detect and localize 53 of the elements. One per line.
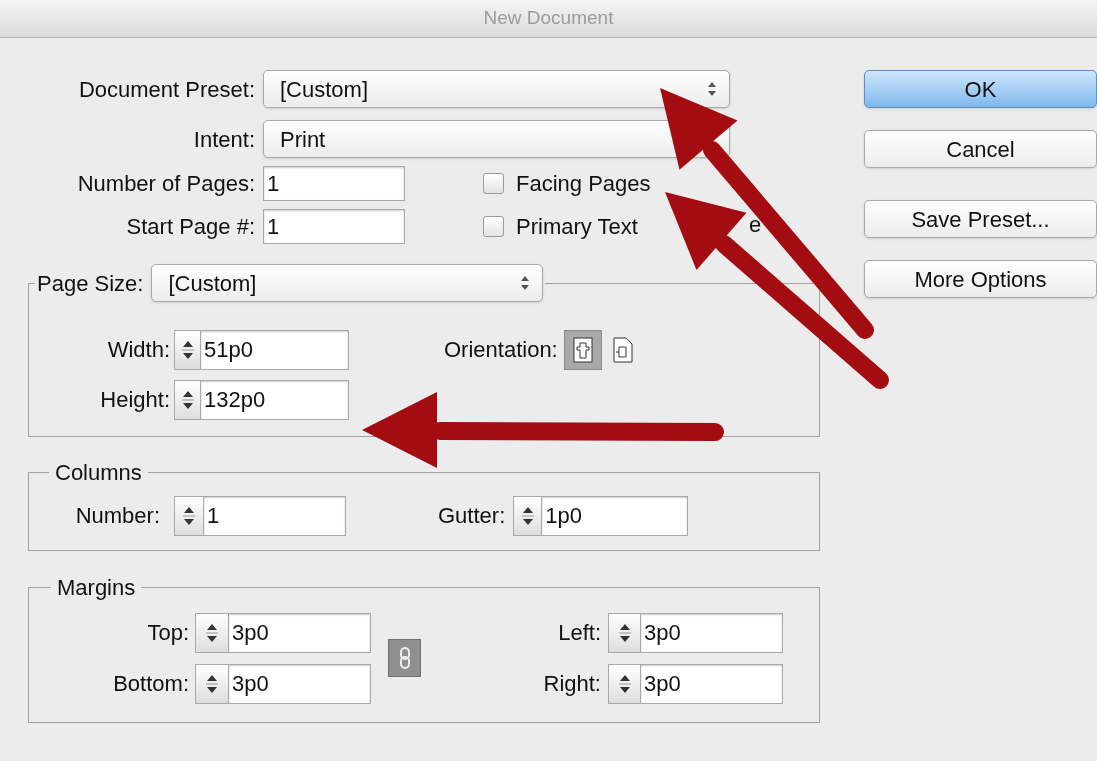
stepper-button[interactable] (608, 663, 641, 704)
portrait-button[interactable] (563, 329, 602, 370)
window-title: New Document (483, 6, 614, 31)
field-label: Number: (74, 502, 160, 530)
stepper-button[interactable] (174, 329, 201, 370)
updown-icon (707, 81, 717, 97)
field-label: Number of Pages: (76, 170, 255, 198)
field-label: Page Size: (37, 269, 144, 298)
stepper-button[interactable] (195, 612, 229, 653)
text-field[interactable]: 3p0 (229, 612, 371, 653)
dropdown[interactable]: [Custom] (151, 264, 544, 302)
stepper-button[interactable] (608, 612, 641, 653)
stepper-button[interactable] (174, 495, 204, 536)
chain-link-icon (398, 647, 411, 669)
field-label: Width: (106, 336, 170, 364)
field-label: Right: (542, 670, 601, 698)
text-field[interactable]: 3p0 (641, 612, 783, 653)
group-title: Columns (54, 459, 143, 487)
checkbox-label: Primary Text (516, 213, 638, 241)
text-field[interactable]: 3p0 (641, 663, 783, 704)
dialog-button[interactable]: Cancel (864, 130, 1097, 168)
field-label: Orientation: (444, 336, 558, 364)
checkbox[interactable] (483, 173, 504, 194)
field-label: Top: (146, 619, 189, 647)
group-title: Margins (56, 574, 137, 602)
dialog-button[interactable]: Save Preset... (864, 200, 1097, 238)
dropdown[interactable]: [Custom] (263, 70, 730, 108)
field-label: Gutter: (438, 502, 506, 530)
stepper-button[interactable] (195, 663, 229, 704)
text-field[interactable]: 51p0 (201, 329, 349, 370)
portrait-page-icon (572, 336, 593, 363)
field-label: Bottom: (112, 670, 189, 698)
field-label: Intent: (192, 125, 255, 154)
field-label: Start Page #: (125, 213, 255, 241)
field-label: Left: (557, 619, 601, 647)
stepper-button[interactable] (174, 379, 201, 420)
text-field[interactable]: 1p0 (542, 495, 689, 536)
text-field[interactable]: 3p0 (229, 663, 371, 704)
text-field[interactable]: 1 (263, 166, 405, 201)
link-button[interactable] (388, 639, 421, 677)
field-label: Document Preset: (77, 75, 255, 104)
text-field[interactable]: 132p0 (201, 379, 349, 420)
dialog-button[interactable]: More Options (864, 260, 1097, 298)
checkbox[interactable] (483, 216, 504, 237)
field-label: Height: (99, 386, 170, 414)
checkbox-label: Facing Pages (516, 170, 651, 198)
text-field[interactable]: 1 (204, 495, 346, 536)
updown-icon (520, 275, 531, 291)
checkbox-label: e (749, 211, 762, 239)
dialog-button[interactable]: OK (864, 70, 1097, 108)
landscape-page-icon (610, 336, 635, 363)
stepper-button[interactable] (513, 495, 543, 536)
text-field[interactable]: 1 (263, 209, 405, 244)
